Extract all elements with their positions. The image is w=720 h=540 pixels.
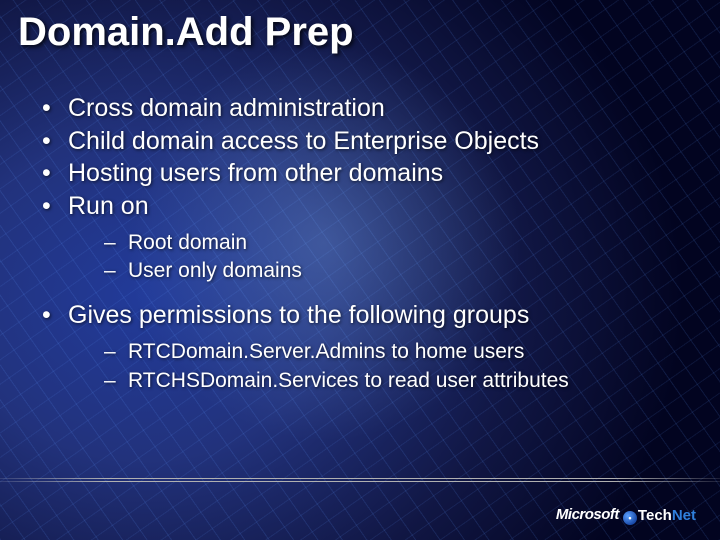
bullet-text: Run on: [68, 192, 149, 220]
bullet-text: Gives permissions to the following group…: [68, 301, 529, 329]
bullet-text: RTCHSDomain.Services to read user attrib…: [128, 369, 569, 392]
list-item: RTCHSDomain.Services to read user attrib…: [100, 367, 690, 395]
list-item: Child domain access to Enterprise Object…: [34, 126, 690, 157]
bullet-text: RTCDomain.Server.Admins to home users: [128, 340, 524, 363]
bullet-text: User only domains: [128, 259, 302, 282]
slide: Domain.Add Prep Cross domain administrat…: [0, 0, 720, 540]
bullet-text: Child domain access to Enterprise Object…: [68, 127, 539, 155]
list-item: Root domain: [100, 229, 690, 257]
list-item: Run on Root domain User only domains: [34, 191, 690, 286]
microsoft-wordmark: Microsoft: [556, 506, 619, 523]
technet-logo: • Tech Net: [623, 507, 696, 524]
list-item: Cross domain administration: [34, 93, 690, 124]
list-item: User only domains: [100, 257, 690, 285]
bullet-text: Root domain: [128, 231, 247, 254]
slide-title: Domain.Add Prep: [0, 0, 720, 55]
divider-line: [0, 481, 720, 482]
footer-divider: [0, 478, 720, 484]
sub-list: RTCDomain.Server.Admins to home users RT…: [68, 338, 690, 395]
list-item: Gives permissions to the following group…: [34, 300, 690, 395]
bullet-list: Cross domain administration Child domain…: [34, 93, 690, 395]
technet-dot-icon: •: [623, 511, 637, 525]
bullet-text: Cross domain administration: [68, 94, 385, 122]
sub-list: Root domain User only domains: [68, 229, 690, 286]
technet-tech-text: Tech: [638, 507, 672, 524]
divider-line: [0, 478, 720, 479]
technet-net-text: Net: [672, 507, 696, 524]
list-item: RTCDomain.Server.Admins to home users: [100, 338, 690, 366]
footer-logo: Microsoft • Tech Net: [556, 506, 696, 525]
list-item: Hosting users from other domains: [34, 158, 690, 189]
bullet-text: Hosting users from other domains: [68, 159, 443, 187]
slide-body: Cross domain administration Child domain…: [0, 55, 720, 395]
